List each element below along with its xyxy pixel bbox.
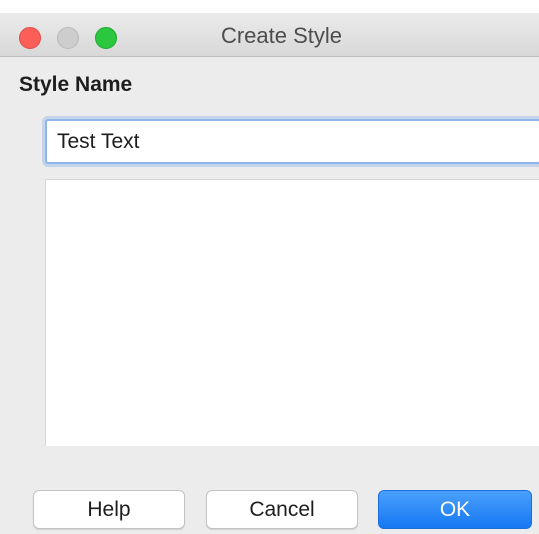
window-title: Create Style <box>220 23 343 48</box>
cancel-button[interactable]: Cancel <box>206 490 358 529</box>
create-style-dialog: Create Style Style Name Help Cancel OK <box>0 13 539 534</box>
title-bar[interactable]: Create Style <box>0 13 539 57</box>
existing-styles-list[interactable] <box>45 179 539 446</box>
style-name-label: Style Name <box>19 73 133 96</box>
help-button[interactable]: Help <box>33 490 185 529</box>
ok-button[interactable]: OK <box>378 490 532 529</box>
style-name-input[interactable] <box>45 119 539 164</box>
